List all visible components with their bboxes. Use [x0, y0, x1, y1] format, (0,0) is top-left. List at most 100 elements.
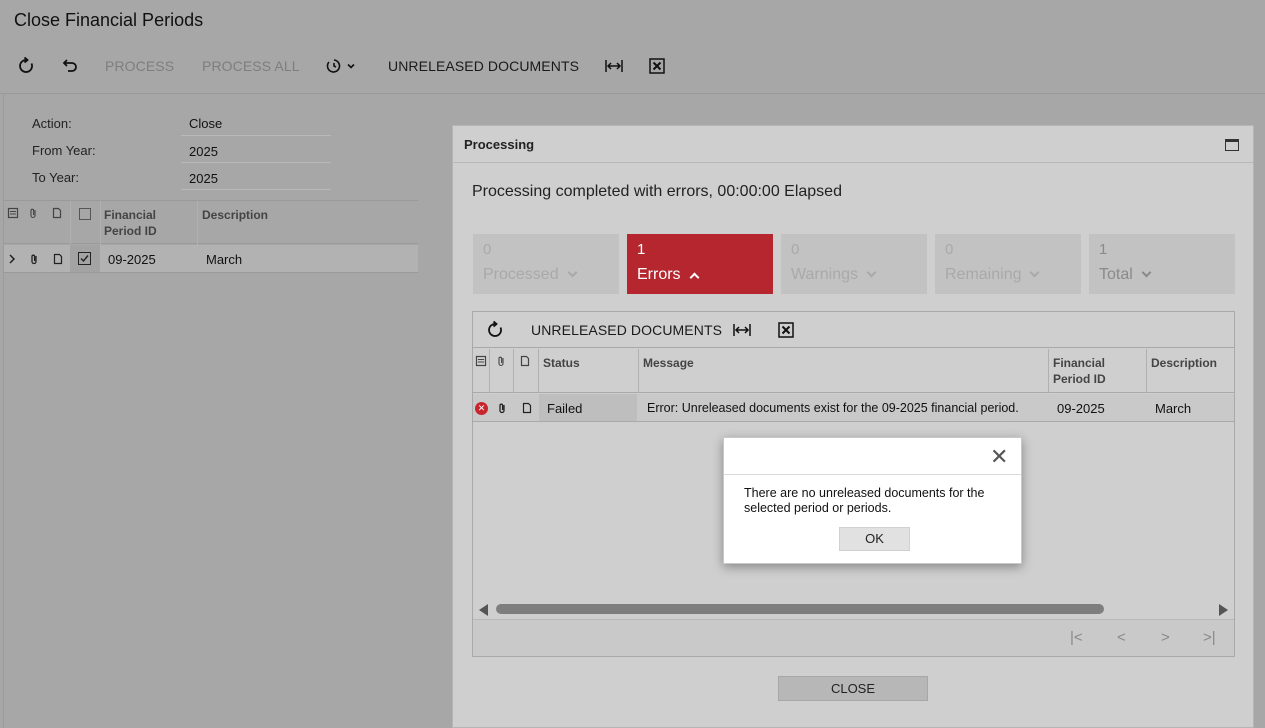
dialog-header: Processing	[453, 126, 1253, 163]
period-id-cell: 09-2025	[1057, 401, 1105, 416]
to-year-label: To Year:	[32, 170, 79, 185]
last-page-button[interactable]: >|	[1203, 629, 1216, 646]
notes-icon	[7, 207, 19, 219]
fit-width-icon	[605, 60, 623, 72]
scroll-right-arrow[interactable]	[1219, 604, 1228, 616]
from-year-label: From Year:	[32, 143, 96, 158]
ok-button[interactable]: OK	[839, 527, 910, 551]
scroll-left-arrow[interactable]	[479, 604, 488, 616]
close-icon[interactable]: ✕	[990, 446, 1008, 468]
attachment-icon	[499, 403, 505, 414]
to-year-field[interactable]: 2025	[189, 171, 218, 186]
message-box-divider	[724, 474, 1021, 475]
message-cell: Error: Unreleased documents exist for th…	[647, 401, 1019, 415]
chevron-down-icon	[347, 63, 355, 69]
export-excel-button[interactable]	[646, 50, 668, 82]
column-separator	[197, 201, 198, 245]
processing-status: Processing completed with errors, 00:00:…	[472, 183, 842, 200]
dialog-title: Processing	[464, 137, 535, 152]
column-separator	[1146, 349, 1147, 393]
chevron-right-icon[interactable]	[7, 253, 17, 265]
unreleased-documents-button[interactable]: UNRELEASED DOCUMENTS	[388, 50, 579, 82]
chevron-up-icon	[689, 272, 700, 282]
description-cell: March	[1155, 401, 1192, 416]
refresh-button[interactable]	[16, 50, 38, 82]
errors-tile[interactable]: 1 Errors	[627, 234, 773, 294]
errors-label: Errors	[637, 266, 681, 283]
warnings-label: Warnings	[791, 266, 858, 283]
first-page-button[interactable]: |<	[1070, 629, 1083, 646]
processed-tile[interactable]: 0 Processed	[473, 234, 619, 294]
action-field[interactable]: Close	[189, 116, 222, 131]
process-button[interactable]: PROCESS	[105, 50, 174, 82]
total-count: 1	[1099, 241, 1108, 258]
schedule-icon	[326, 59, 341, 73]
total-label: Total	[1099, 266, 1133, 283]
table-row[interactable]: 09-2025 March	[4, 245, 418, 273]
warnings-count: 0	[791, 241, 800, 258]
message-text: There are no unreleased documents for th…	[744, 486, 985, 515]
remaining-count: 0	[945, 241, 954, 258]
results-toolbar: UNRELEASED DOCUMENTS	[473, 312, 1234, 348]
chevron-down-icon	[866, 267, 877, 278]
column-separator	[513, 349, 514, 393]
horizontal-scrollbar[interactable]	[496, 604, 1104, 614]
from-year-field[interactable]: 2025	[189, 144, 218, 159]
main-toolbar: PROCESS PROCESS ALL UNRELEASED DOCUMENTS	[0, 50, 700, 82]
action-underline	[181, 135, 331, 136]
column-separator	[100, 201, 101, 245]
column-separator	[1048, 349, 1049, 393]
checkbox-checked[interactable]	[78, 252, 91, 265]
fit-width-icon	[733, 324, 751, 336]
results-refresh-button[interactable]	[485, 312, 507, 348]
results-unreleased-documents-button[interactable]: UNRELEASED DOCUMENTS	[531, 312, 722, 348]
prev-page-button[interactable]: <	[1117, 629, 1126, 646]
maximize-icon[interactable]	[1225, 139, 1239, 151]
column-header-period-id[interactable]: Financial Period ID	[1053, 355, 1123, 387]
processed-count: 0	[483, 241, 492, 258]
column-separator	[70, 201, 71, 245]
close-button[interactable]: CLOSE	[778, 676, 928, 701]
excel-icon	[649, 58, 665, 74]
from-year-underline	[181, 162, 331, 163]
table-row[interactable]: ✕ Failed Error: Unreleased documents exi…	[473, 394, 1234, 422]
remaining-label: Remaining	[945, 266, 1022, 283]
process-all-button[interactable]: PROCESS ALL	[202, 50, 300, 82]
column-separator	[489, 349, 490, 393]
next-page-button[interactable]: >	[1161, 629, 1170, 646]
header-divider	[0, 93, 1265, 94]
excel-icon	[778, 322, 794, 338]
attachment-icon	[30, 208, 36, 219]
message-box: ✕ There are no unreleased documents for …	[723, 437, 1022, 564]
fit-to-screen-button[interactable]	[603, 50, 625, 82]
results-fit-button[interactable]	[731, 312, 753, 348]
column-separator	[638, 349, 639, 393]
results-export-button[interactable]	[775, 312, 797, 348]
status-cell: Failed	[547, 401, 583, 416]
schedule-button[interactable]	[323, 50, 357, 82]
refresh-icon	[19, 56, 33, 73]
document-icon	[520, 355, 530, 367]
column-header-status[interactable]: Status	[543, 355, 580, 371]
total-tile[interactable]: 1 Total	[1089, 234, 1235, 294]
column-header-period-id[interactable]: Financial Period ID	[104, 207, 184, 239]
remaining-tile[interactable]: 0 Remaining	[935, 234, 1081, 294]
error-icon: ✕	[475, 402, 488, 415]
results-header: Status Message Financial Period ID Descr…	[473, 349, 1234, 393]
undo-button[interactable]	[58, 50, 80, 82]
description-cell: March	[206, 252, 243, 267]
select-all-checkbox[interactable]	[79, 208, 91, 220]
document-icon	[52, 207, 62, 219]
content-border	[3, 93, 4, 728]
undo-icon	[62, 59, 77, 72]
action-label: Action:	[32, 116, 72, 131]
chevron-down-icon	[1030, 267, 1040, 278]
column-header-description[interactable]: Description	[202, 207, 268, 223]
processed-label: Processed	[483, 266, 559, 283]
column-header-description[interactable]: Description	[1151, 355, 1217, 371]
column-header-message[interactable]: Message	[643, 355, 694, 371]
column-separator	[538, 349, 539, 393]
warnings-tile[interactable]: 0 Warnings	[781, 234, 927, 294]
chevron-down-icon	[1141, 267, 1152, 278]
period-id-cell: 09-2025	[108, 252, 156, 267]
